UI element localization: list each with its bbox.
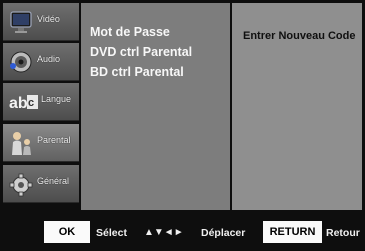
- parental-lock-icon: [9, 129, 35, 157]
- sidebar-item-label: Langue: [41, 94, 72, 104]
- sidebar-item-langue[interactable]: ab c Langue: [3, 83, 79, 121]
- menu-item-bd-parental-control[interactable]: BD ctrl Parental: [90, 65, 184, 79]
- speaker-icon: [9, 48, 35, 76]
- sidebar-item-general[interactable]: Général: [3, 165, 79, 203]
- language-icon: ab c: [9, 88, 38, 116]
- tv-icon: [9, 8, 35, 36]
- move-hint: Déplacer: [201, 227, 246, 239]
- sidebar-item-parental[interactable]: Parental: [3, 124, 79, 162]
- enter-new-code-label: Entrer Nouveau Code: [243, 30, 356, 42]
- menu-item-dvd-parental-control[interactable]: DVD ctrl Parental: [90, 45, 192, 59]
- sidebar-item-video[interactable]: Vidéo: [3, 3, 79, 41]
- select-hint: Sélect: [96, 227, 127, 239]
- sidebar-item-label: Parental: [37, 135, 71, 145]
- svg-text:c: c: [28, 97, 34, 109]
- sidebar-item-label: Audio: [37, 54, 61, 64]
- return-key[interactable]: RETURN: [263, 221, 322, 243]
- sidebar-item-audio[interactable]: Audio: [3, 43, 79, 81]
- navigation-arrows-icon: ▲▼◄►: [144, 227, 184, 238]
- sidebar-item-label: Vidéo: [37, 14, 60, 24]
- settings-sidebar: Vidéo Audio ab c Langue Parental Général: [3, 3, 79, 210]
- svg-text:ab: ab: [9, 95, 28, 112]
- osd-screen: Vidéo Audio ab c Langue Parental Général…: [0, 0, 365, 251]
- detail-panel: Entrer Nouveau Code: [232, 3, 362, 210]
- menu-item-password[interactable]: Mot de Passe: [90, 25, 170, 39]
- sidebar-item-label: Général: [37, 176, 70, 186]
- ok-key[interactable]: OK: [44, 221, 90, 243]
- parental-menu-panel: Mot de Passe DVD ctrl Parental BD ctrl P…: [81, 3, 230, 210]
- return-hint: Retour: [326, 227, 360, 239]
- key-hint-bar: OK Sélect ▲▼◄► Déplacer RETURN Retour: [0, 215, 365, 251]
- gear-icon: [9, 170, 35, 198]
